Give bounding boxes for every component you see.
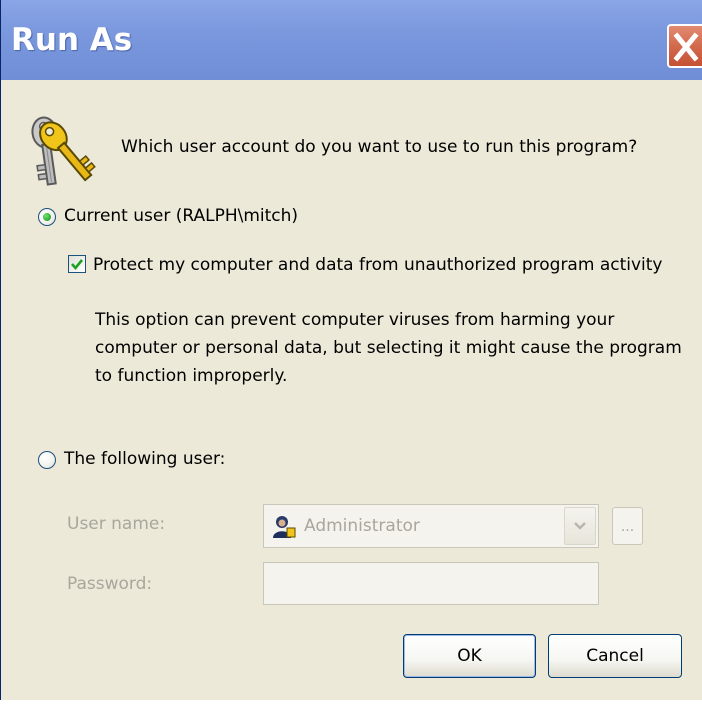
- username-label: User name:: [67, 514, 166, 534]
- browse-users-button[interactable]: ...: [612, 507, 643, 545]
- radio-selected-dot: [43, 213, 51, 221]
- protect-checkbox[interactable]: [68, 255, 86, 273]
- password-field[interactable]: [263, 562, 599, 605]
- title-bar[interactable]: Run As: [1, 0, 702, 80]
- keys-icon: [31, 116, 96, 186]
- ok-button[interactable]: OK: [403, 634, 536, 678]
- close-icon: [673, 32, 699, 62]
- prompt-text: Which user account do you want to use to…: [121, 137, 638, 157]
- run-as-dialog: Run As Which user account do you want to…: [0, 0, 702, 700]
- password-label: Password:: [67, 574, 153, 594]
- username-dropdown-button[interactable]: [564, 507, 596, 545]
- following-user-radio[interactable]: [38, 451, 56, 469]
- username-value: Administrator: [304, 516, 420, 536]
- current-user-radio[interactable]: [38, 208, 56, 226]
- cancel-button[interactable]: Cancel: [548, 634, 682, 678]
- username-combobox[interactable]: Administrator: [263, 504, 599, 548]
- description-line-3: to function improperly.: [95, 366, 288, 386]
- user-icon: [273, 516, 296, 538]
- chevron-down-icon: [574, 522, 586, 530]
- current-user-label[interactable]: Current user (RALPH\mitch): [64, 206, 298, 226]
- protect-checkbox-label[interactable]: Protect my computer and data from unauth…: [93, 255, 662, 275]
- close-button[interactable]: [667, 24, 702, 68]
- checkmark-icon: [71, 259, 84, 271]
- window-title: Run As: [11, 22, 133, 58]
- description-line-2: computer or personal data, but selecting…: [95, 338, 682, 358]
- following-user-label[interactable]: The following user:: [64, 449, 225, 469]
- description-line-1: This option can prevent computer viruses…: [95, 310, 615, 330]
